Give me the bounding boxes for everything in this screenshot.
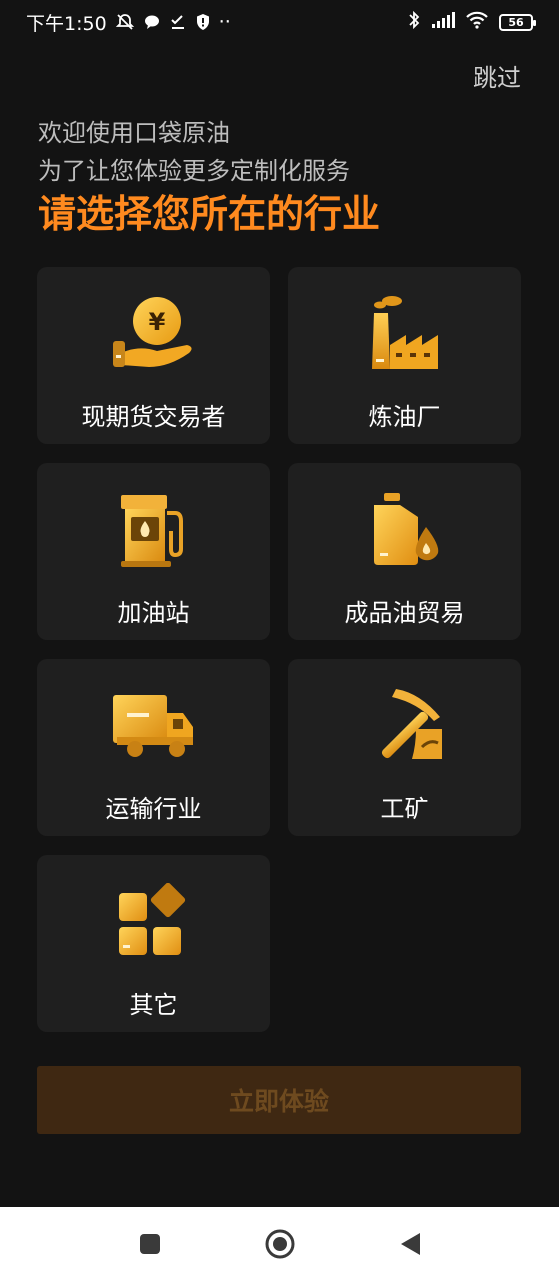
start-button[interactable]: 立即体验 (37, 1066, 521, 1134)
industry-label: 工矿 (380, 795, 429, 823)
home-icon[interactable] (260, 1224, 300, 1264)
truck-icon (109, 687, 199, 767)
factory-icon (360, 295, 450, 375)
industry-card-refinery[interactable]: 炼油厂 (288, 267, 521, 444)
welcome-line-1: 欢迎使用口袋原油 (38, 119, 230, 147)
skip-button[interactable]: 跳过 (473, 58, 521, 93)
status-bar: 下午1:50 ·· 56 (0, 0, 559, 44)
checklist-icon (169, 13, 187, 31)
industry-label: 加油站 (117, 599, 190, 627)
industry-card-transport[interactable]: 运输行业 (37, 659, 270, 836)
recent-apps-icon[interactable] (130, 1224, 170, 1264)
status-dots: ·· (218, 11, 231, 33)
industry-card-oil-trade[interactable]: 成品油贸易 (288, 463, 521, 640)
signal-icon (431, 11, 455, 33)
welcome-text: 欢迎使用口袋原油 为了让您体验更多定制化服务 (38, 114, 350, 190)
industry-label: 其它 (129, 991, 178, 1019)
oil-can-icon (360, 491, 450, 571)
welcome-line-2: 为了让您体验更多定制化服务 (38, 157, 350, 185)
page-title: 请选择您所在的行业 (38, 192, 381, 236)
svg-text:¥: ¥ (148, 308, 165, 336)
blocks-icon (109, 883, 199, 963)
pickaxe-icon (360, 687, 450, 767)
industry-grid: ¥ 现期货交易者 炼油厂 加油站 成品油贸易 运输行业 工矿 其它 (37, 267, 521, 1032)
wifi-icon (465, 11, 489, 34)
chat-icon (143, 13, 161, 31)
coin-hand-icon: ¥ (109, 295, 199, 375)
status-right: 56 (407, 10, 536, 35)
status-left: 下午1:50 ·· (26, 9, 231, 36)
industry-label: 成品油贸易 (344, 599, 465, 627)
battery-level: 56 (508, 15, 524, 29)
industry-card-trader[interactable]: ¥ 现期货交易者 (37, 267, 270, 444)
battery-icon: 56 (499, 13, 536, 31)
shield-icon (195, 13, 211, 31)
fuel-pump-icon (109, 491, 199, 571)
status-time: 下午1:50 (26, 12, 107, 35)
mute-icon (115, 12, 135, 32)
industry-label: 炼油厂 (368, 403, 441, 431)
industry-label: 运输行业 (105, 795, 202, 823)
industry-card-mining[interactable]: 工矿 (288, 659, 521, 836)
industry-card-other[interactable]: 其它 (37, 855, 270, 1032)
bluetooth-icon (407, 10, 421, 35)
industry-label: 现期货交易者 (81, 403, 226, 431)
system-nav-bar (0, 1207, 559, 1280)
industry-card-gas-station[interactable]: 加油站 (37, 463, 270, 640)
back-icon[interactable] (390, 1224, 430, 1264)
